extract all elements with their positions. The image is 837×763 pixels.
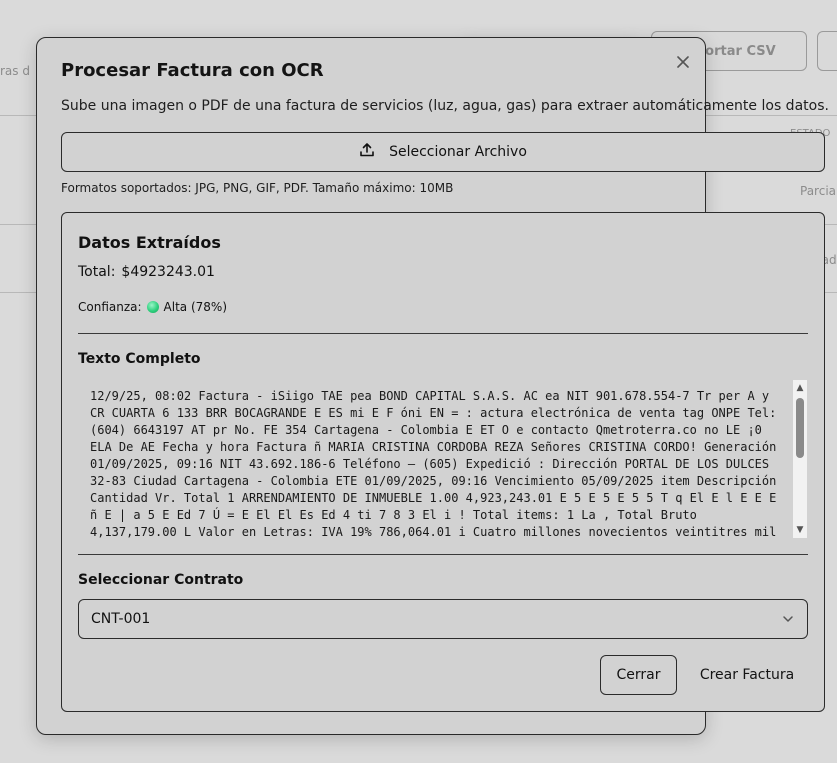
close-button[interactable]: Cerrar: [600, 655, 677, 695]
ocr-dialog: Procesar Factura con OCR Sube una imagen…: [36, 37, 829, 735]
divider: [78, 333, 808, 334]
confidence-row: Confianza: Alta (78%): [78, 300, 227, 314]
dialog-description: Sube una imagen o PDF de una factura de …: [61, 98, 829, 114]
dialog-title: Procesar Factura con OCR: [61, 60, 324, 81]
contract-select[interactable]: CNT-001: [78, 599, 808, 639]
full-text-content: 12/9/25, 08:02 Factura - iSiigo TAE pea …: [90, 389, 784, 538]
total-value: $4923243.01: [121, 264, 215, 280]
contract-selected-value: CNT-001: [91, 611, 151, 627]
create-invoice-button[interactable]: Crear Factura: [688, 655, 806, 695]
select-file-label: Seleccionar Archivo: [389, 144, 527, 160]
chevron-down-icon: [781, 612, 795, 630]
total-row: Total: $4923243.01: [78, 264, 215, 280]
total-label: Total:: [78, 264, 116, 280]
scrollbar-thumb[interactable]: [796, 398, 804, 458]
background-text: ras d: [0, 64, 30, 78]
confidence-indicator-icon: [146, 301, 159, 313]
full-text-area[interactable]: 12/9/25, 08:02 Factura - iSiigo TAE pea …: [78, 380, 808, 538]
close-icon[interactable]: [673, 52, 693, 72]
select-file-button[interactable]: Seleccionar Archivo: [61, 132, 825, 172]
supported-formats: Formatos soportados: JPG, PNG, GIF, PDF.…: [61, 181, 454, 195]
contract-label: Seleccionar Contrato: [78, 572, 244, 588]
extracted-data-card: Datos Extraídos Total: $4923243.01 Confia…: [61, 212, 825, 712]
full-text-title: Texto Completo: [78, 351, 201, 367]
text-scrollbar[interactable]: ▲ ▼: [793, 380, 807, 538]
upload-icon: [359, 142, 375, 162]
background-button[interactable]: [817, 31, 837, 71]
extracted-data-title: Datos Extraídos: [78, 233, 221, 252]
confidence-label: Confianza:: [78, 300, 142, 314]
scroll-up-icon[interactable]: ▲: [795, 383, 805, 393]
scroll-down-icon[interactable]: ▼: [795, 525, 805, 535]
divider: [78, 554, 808, 555]
table-cell-status: Parcia: [800, 184, 837, 198]
confidence-value: Alta (78%): [163, 300, 227, 314]
